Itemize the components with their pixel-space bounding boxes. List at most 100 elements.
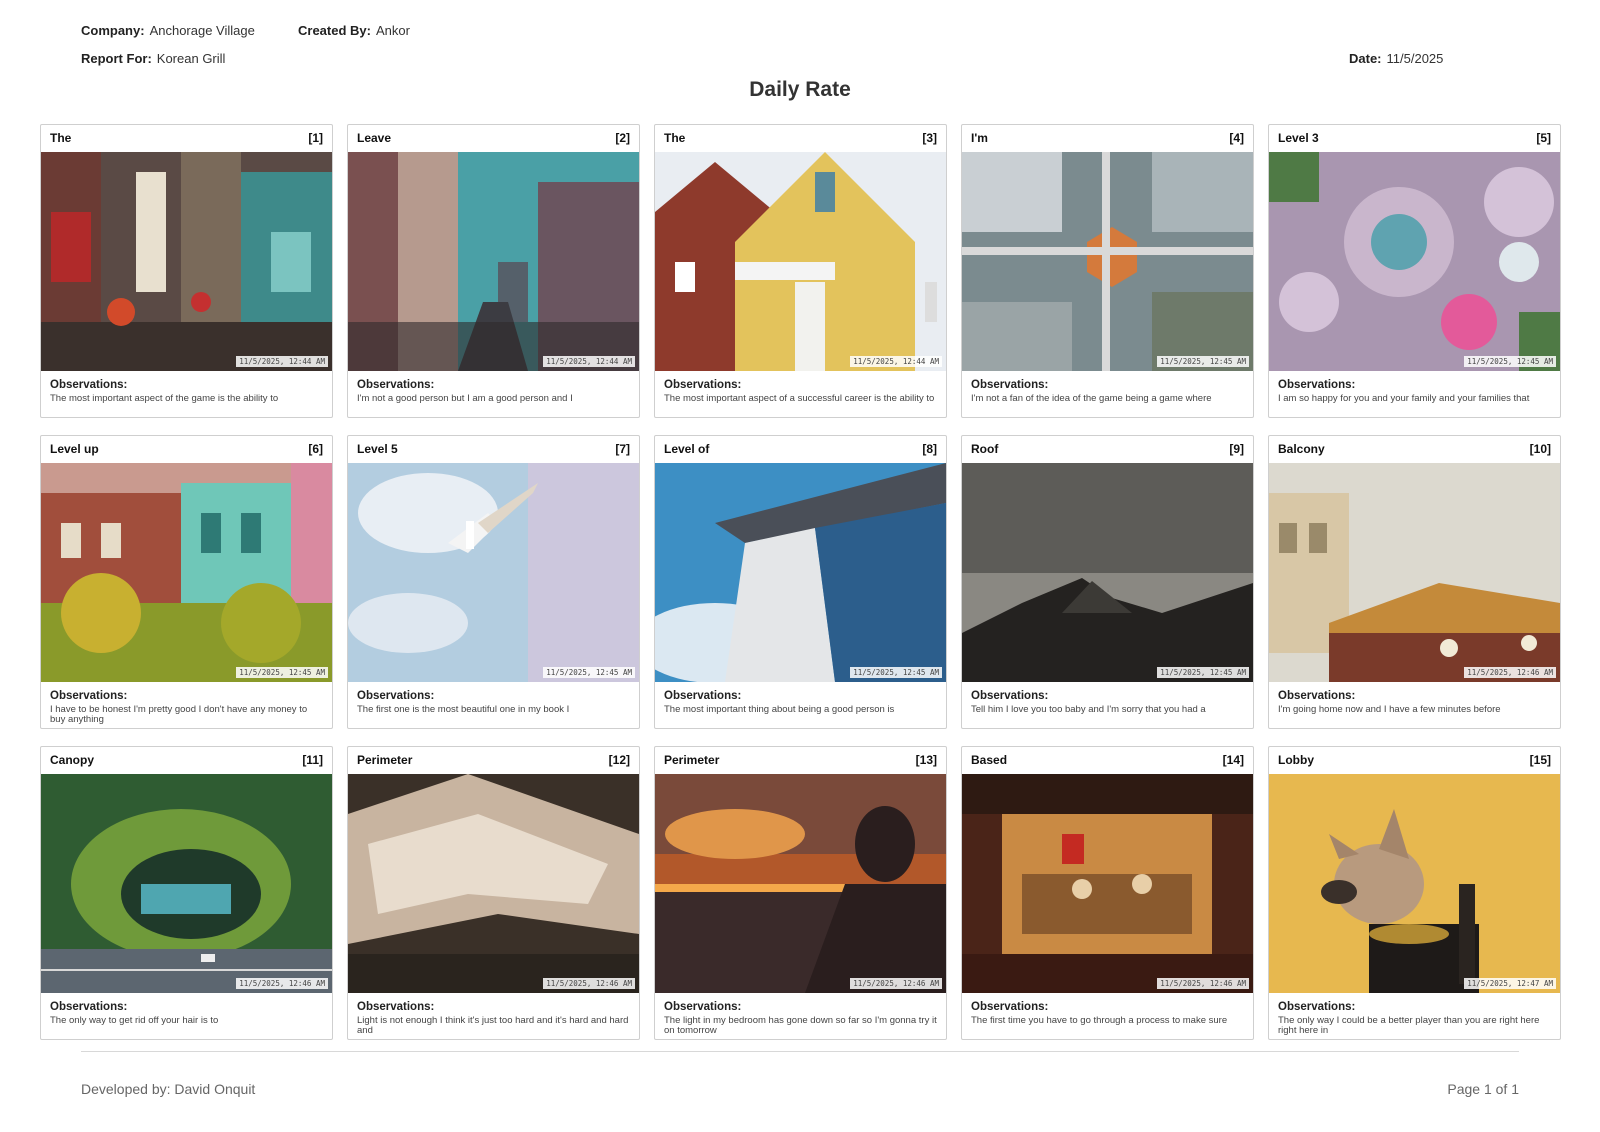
card-photo: 11/5/2025, 12:45 AM [41,463,332,682]
photo-timestamp: 11/5/2025, 12:45 AM [1157,356,1249,367]
card-photo: 11/5/2025, 12:46 AM [655,774,946,993]
observations-text: The first time you have to go through a … [971,1015,1228,1026]
card-header: Leave [2] [357,131,630,147]
observations-text: The most important aspect of a successfu… [664,393,935,404]
observations-label: Observations: [664,690,742,702]
observations-text: Light is not enough I think it's just to… [357,1015,629,1036]
company-label: Company: [81,23,145,38]
observations-label: Observations: [50,690,128,702]
photo-timestamp: 11/5/2025, 12:44 AM [236,356,328,367]
date-label: Date: [1349,51,1382,66]
card-number: [2] [615,131,630,145]
card-label: Balcony [1278,442,1325,456]
card-header: Level up [6] [50,442,323,458]
card-photo: 11/5/2025, 12:46 AM [41,774,332,993]
card-photo: 11/5/2025, 12:44 AM [655,152,946,371]
card-header: Canopy [11] [50,753,323,769]
photo-timestamp: 11/5/2025, 12:46 AM [1464,667,1556,678]
observations-label: Observations: [357,690,435,702]
photo-timestamp: 11/5/2025, 12:46 AM [543,978,635,989]
photo-card: Level of [8] 11/5/2025, 12:45 AM Observatio… [654,435,947,729]
observations-label: Observations: [1278,690,1356,702]
card-header: Level 5 [7] [357,442,630,458]
observations-text: The most important aspect of the game is… [50,393,279,404]
photo-card: Lobby [15] 11/5/2025, 12:47 AM Observations… [1268,746,1561,1040]
observations-label: Observations: [50,1001,128,1013]
company-value: Anchorage Village [149,23,255,38]
photo-street-market [41,152,332,371]
card-header: The [3] [664,131,937,147]
photo-carousel [1269,463,1560,682]
card-header: Lobby [15] [1278,753,1551,769]
photo-timestamp: 11/5/2025, 12:46 AM [236,978,328,989]
page-number: Page 1 of 1 [1447,1081,1519,1097]
photo-timestamp: 11/5/2025, 12:44 AM [543,356,635,367]
observations-text: I'm going home now and I have a few minu… [1278,704,1501,715]
photo-card: The [3] 11/5/2025, 12:44 AM Observations: Th… [654,124,947,418]
card-label: Level 3 [1278,131,1319,145]
card-photo: 11/5/2025, 12:46 AM [348,774,639,993]
observations-label: Observations: [1278,1001,1356,1013]
card-photo: 11/5/2025, 12:45 AM [655,463,946,682]
card-header: Balcony [10] [1278,442,1551,458]
observations-text: The most important thing about being a g… [664,704,895,715]
company-line: Company: Anchorage Village [81,23,255,38]
photo-restaurant [962,774,1253,993]
created-by-label: Created By: [298,23,371,38]
observations-label: Observations: [1278,379,1356,391]
card-photo: 11/5/2025, 12:46 AM [1269,463,1560,682]
photo-houses [655,152,946,371]
card-label: I'm [971,131,988,145]
card-number: [8] [922,442,937,456]
card-photo: 11/5/2025, 12:47 AM [1269,774,1560,993]
footer-divider [81,1051,1519,1052]
observations-text: The only way to get rid off your hair is… [50,1015,219,1026]
card-label: Level of [664,442,710,456]
photo-mountains [962,463,1253,682]
card-photo: 11/5/2025, 12:45 AM [1269,152,1560,371]
photo-card: Level 5 [7] 11/5/2025, 12:45 AM Observation… [347,435,640,729]
card-label: The [50,131,72,145]
card-header: Roof [9] [971,442,1244,458]
photo-card: Based [14] 11/5/2025, 12:46 AM Observations… [961,746,1254,1040]
card-header: Perimeter [12] [357,753,630,769]
observations-label: Observations: [971,379,1049,391]
card-photo: 11/5/2025, 12:44 AM [41,152,332,371]
created-by-value: Ankor [375,23,410,38]
card-number: [3] [922,131,937,145]
photo-aerial-city [962,152,1253,371]
card-photo: 11/5/2025, 12:44 AM [348,152,639,371]
card-number: [10] [1529,442,1551,456]
report-for-label: Report For: [81,51,152,66]
card-label: Roof [971,442,999,456]
card-header: Based [14] [971,753,1244,769]
created-by-line: Created By: Ankor [298,23,410,38]
card-photo: 11/5/2025, 12:45 AM [962,152,1253,371]
photo-card: Perimeter [12] 11/5/2025, 12:46 AM Observat… [347,746,640,1040]
photo-timestamp: 11/5/2025, 12:46 AM [850,978,942,989]
photo-shophouses [41,463,332,682]
card-header: Level 3 [5] [1278,131,1551,147]
card-header: The [1] [50,131,323,147]
card-number: [14] [1222,753,1244,767]
observations-text: Tell him I love you too baby and I'm sor… [971,704,1206,715]
card-number: [11] [302,753,323,767]
date-line: Date: 11/5/2025 [1349,51,1443,66]
card-label: Canopy [50,753,95,767]
photo-card: Balcony [10] 11/5/2025, 12:46 AM Observatio… [1268,435,1561,729]
photo-canopy [41,774,332,993]
photo-dog [1269,774,1560,993]
card-label: Level up [50,442,99,456]
photo-seagull [348,463,639,682]
card-number: [4] [1229,131,1244,145]
card-label: Level 5 [357,442,398,456]
observations-text: I am so happy for you and your family an… [1278,393,1530,404]
report-for-line: Report For: Korean Grill [81,51,225,66]
observations-label: Observations: [357,1001,435,1013]
card-header: Level of [8] [664,442,937,458]
observations-text: The first one is the most beautiful one … [357,704,570,715]
card-label: Lobby [1278,753,1314,767]
observations-label: Observations: [357,379,435,391]
card-label: Leave [357,131,392,145]
observations-text: I'm not a fan of the idea of the game be… [971,393,1212,404]
